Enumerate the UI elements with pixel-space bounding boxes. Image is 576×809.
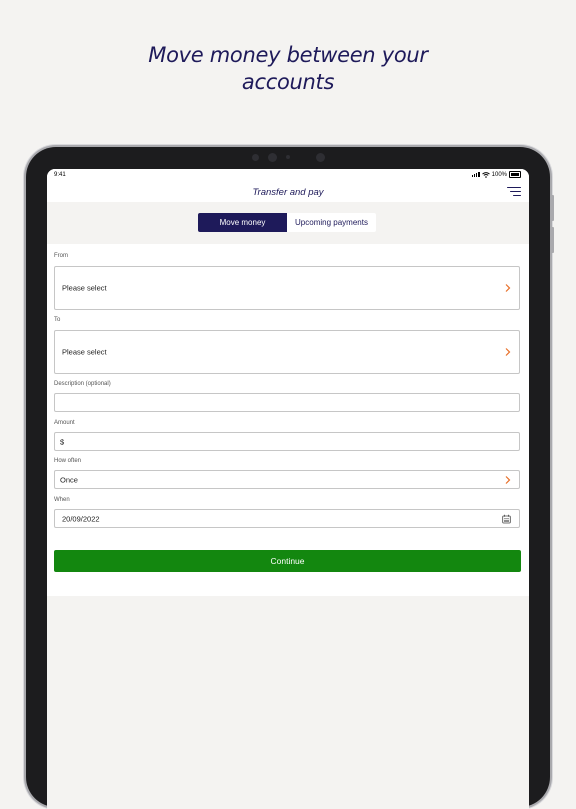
from-label: From [54, 253, 68, 259]
sensor-dot [252, 154, 259, 161]
status-time: 9:41 [54, 172, 66, 178]
to-select[interactable]: Please select [54, 330, 520, 374]
sensor-dot-small [286, 155, 290, 159]
battery-icon [509, 171, 521, 178]
from-value: Please select [62, 283, 107, 293]
status-bar: 9:41 100% [47, 169, 529, 181]
volume-up-button [551, 195, 554, 221]
when-label: When [54, 497, 70, 503]
volume-down-button [551, 227, 554, 253]
continue-button[interactable]: Continue [54, 550, 521, 572]
how-often-select[interactable]: Once [54, 470, 520, 489]
signal-icon [471, 172, 480, 177]
amount-input[interactable]: $ [54, 432, 520, 451]
headline-line-1: Move money between your [148, 43, 428, 67]
amount-label: Amount [54, 420, 75, 426]
faceid-camera [316, 153, 325, 162]
tab-move-money[interactable]: Move money [198, 213, 287, 232]
how-often-value: Once [60, 475, 78, 484]
battery-percent: 100% [491, 171, 507, 178]
page-title: Transfer and pay [252, 187, 324, 198]
menu-icon[interactable] [507, 187, 521, 197]
to-label: To [54, 317, 61, 323]
to-value: Please select [62, 347, 107, 357]
nav-bar: Transfer and pay [47, 181, 529, 202]
when-value: 20/09/2022 [62, 514, 100, 523]
when-date-input[interactable]: 20/09/2022 [54, 509, 520, 528]
how-often-label: How often [54, 458, 82, 464]
description-label: Description (optional) [54, 381, 111, 387]
app-screen: 9:41 100% Transfer and pay Move money Up… [47, 169, 529, 809]
from-select[interactable]: Please select [54, 266, 520, 310]
chevron-right-icon [505, 475, 511, 484]
description-input[interactable] [54, 393, 520, 412]
tab-upcoming-payments[interactable]: Upcoming payments [287, 213, 376, 232]
calendar-icon[interactable] [502, 514, 511, 523]
front-camera [268, 153, 277, 162]
chevron-right-icon [505, 348, 511, 356]
headline-line-2: accounts [241, 70, 335, 94]
tablet-frame: 9:41 100% Transfer and pay Move money Up… [26, 147, 554, 809]
wifi-icon [481, 171, 490, 178]
status-indicators: 100% [471, 171, 521, 178]
transfer-form: From Please select To Please select Desc… [47, 244, 529, 596]
amount-value: $ [60, 437, 65, 446]
segmented-control: Move money Upcoming payments [198, 213, 376, 232]
tab-bar: Move money Upcoming payments [47, 202, 529, 244]
marketing-headline: Move money between your accounts [0, 42, 576, 96]
chevron-right-icon [505, 284, 511, 292]
